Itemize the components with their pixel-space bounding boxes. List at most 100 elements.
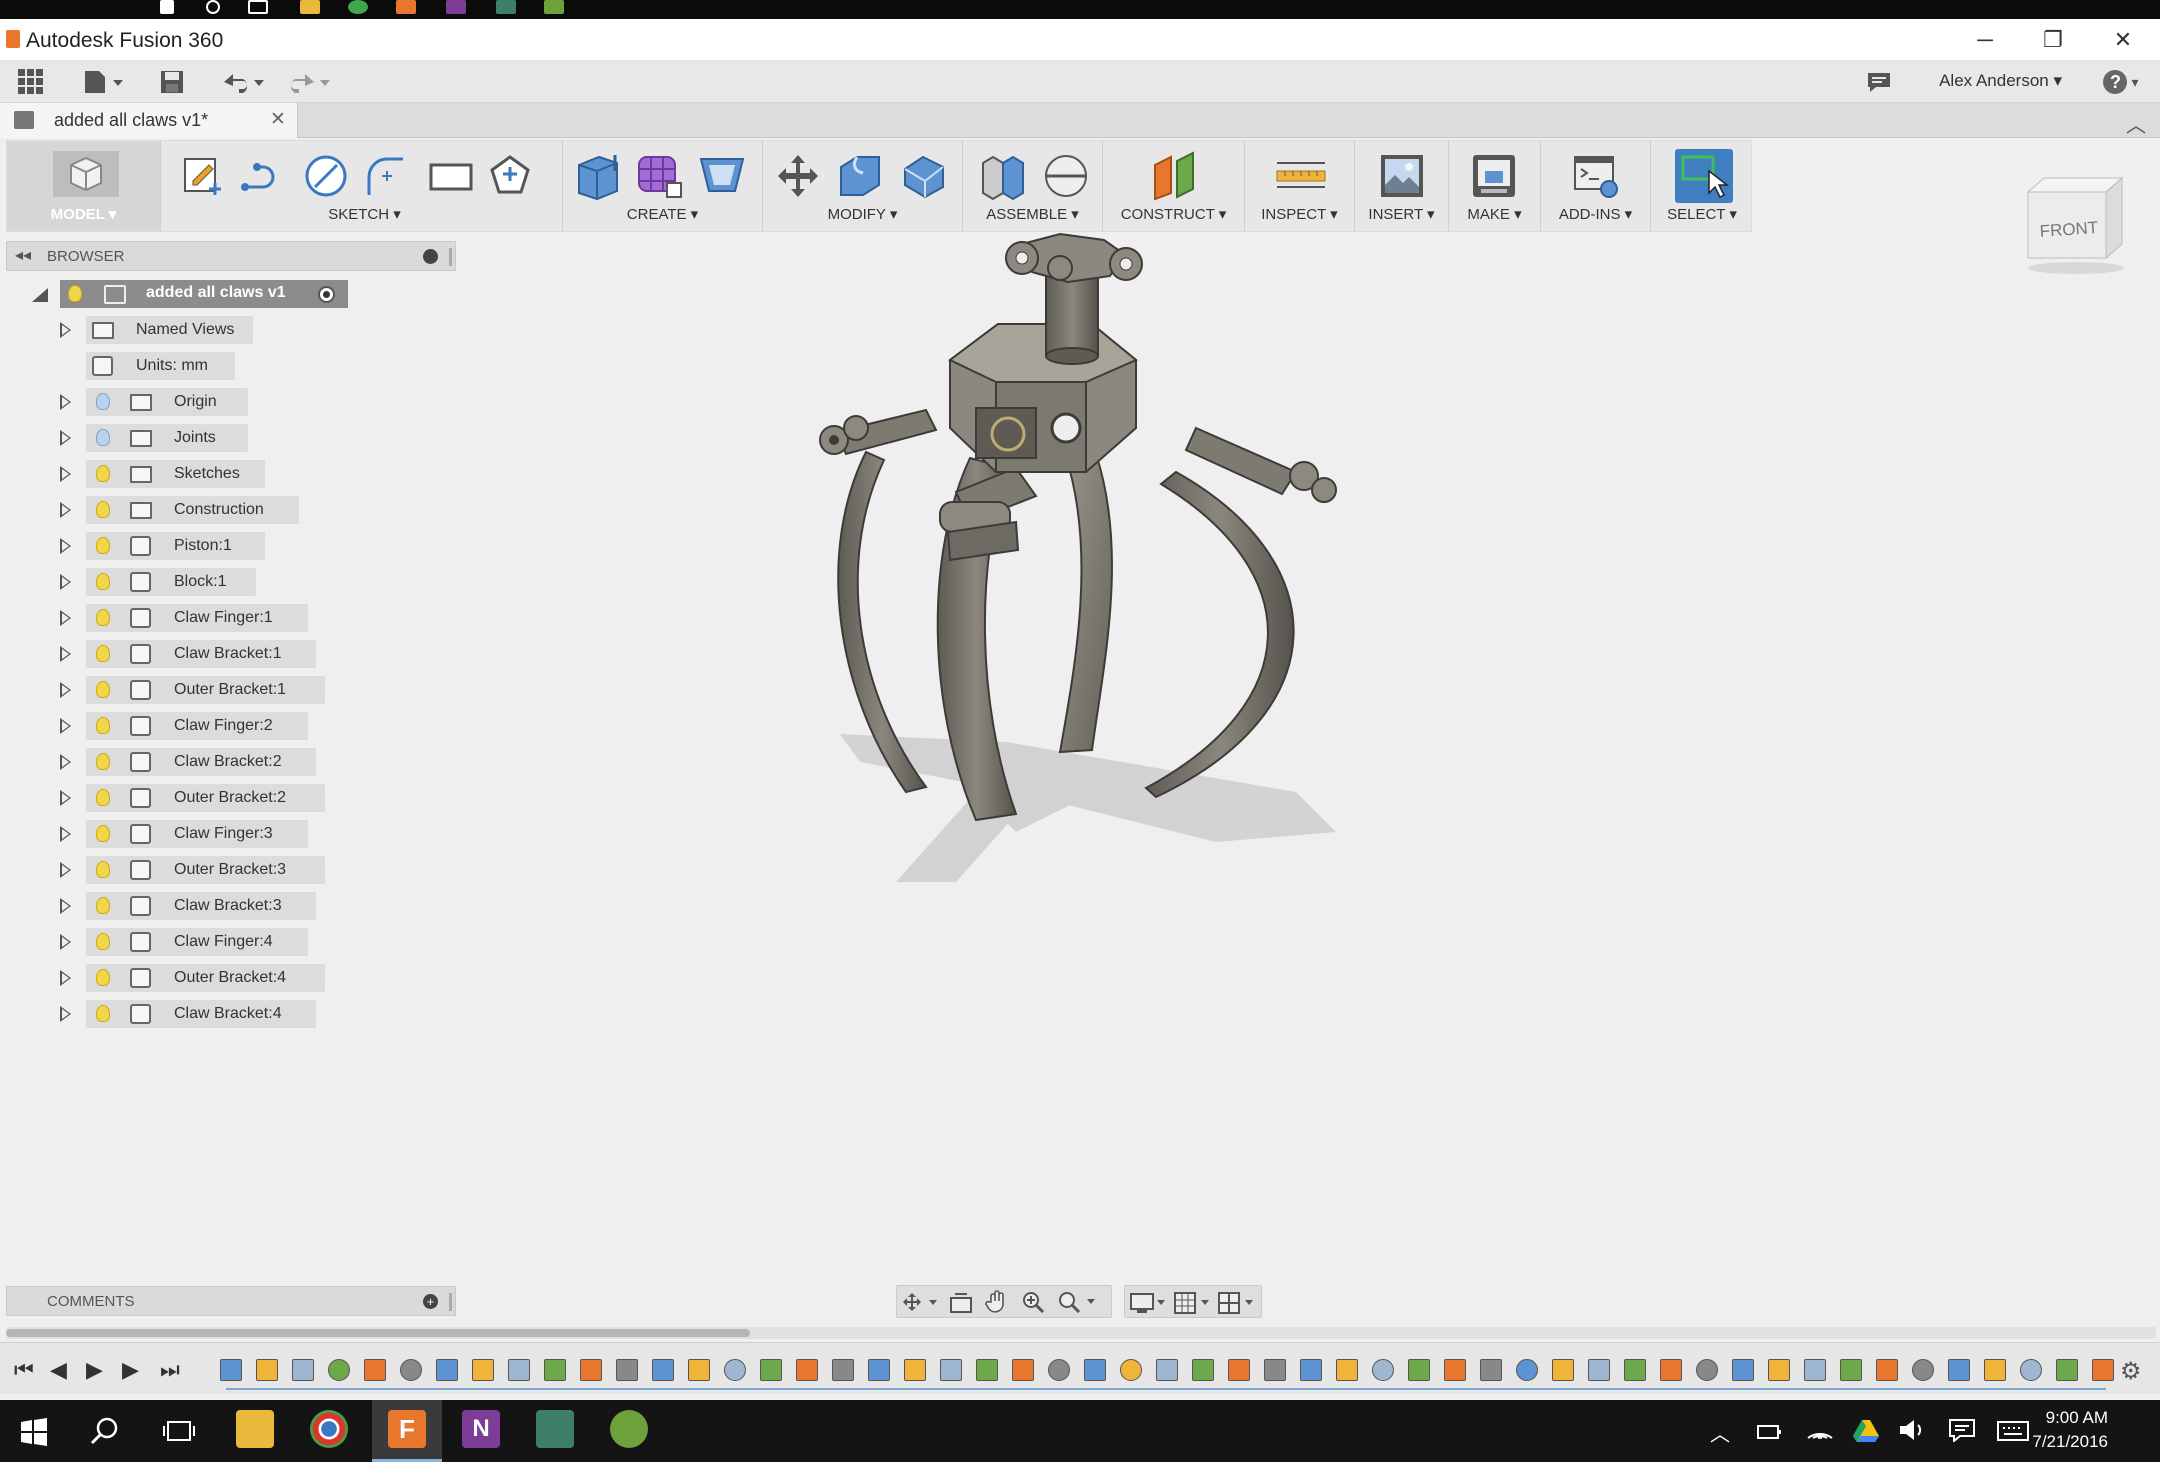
timeline-feature-icon[interactable] <box>1408 1359 1430 1381</box>
expand-chevron-icon[interactable] <box>60 430 71 446</box>
pan-hand-icon[interactable] <box>985 1290 1009 1314</box>
timeline-feature-icon[interactable] <box>508 1359 530 1381</box>
timeline-feature-icon[interactable] <box>328 1359 350 1381</box>
play-icon[interactable]: ▶ <box>122 1357 139 1383</box>
activate-radio-icon[interactable] <box>318 286 335 303</box>
browser-item[interactable]: Outer Bracket:2 <box>0 784 456 812</box>
data-panel-grid-icon[interactable] <box>14 66 48 98</box>
timeline-feature-icon[interactable] <box>760 1359 782 1381</box>
timeline-feature-icon[interactable] <box>1696 1359 1718 1381</box>
timeline-settings-gear-icon[interactable]: ⚙ <box>2120 1357 2142 1386</box>
chrome-icon[interactable] <box>310 1410 348 1448</box>
timeline-feature-icon[interactable] <box>544 1359 566 1381</box>
create-sketch-icon[interactable] <box>179 153 225 199</box>
timeline-feature-icon[interactable] <box>1336 1359 1358 1381</box>
browser-item[interactable]: Piston:1 <box>0 532 456 560</box>
expand-chevron-icon[interactable] <box>60 862 71 878</box>
insert-image-icon[interactable] <box>1377 151 1427 201</box>
google-drive-icon[interactable] <box>1852 1418 1880 1442</box>
onenote-icon[interactable]: N <box>462 1410 500 1448</box>
document-tab[interactable]: added all claws v1* ✕ <box>0 103 298 138</box>
browser-resize-handle[interactable] <box>449 248 452 266</box>
timeline-feature-icon[interactable] <box>832 1359 854 1381</box>
new-component-icon[interactable] <box>977 151 1027 201</box>
task-view-icon[interactable] <box>248 0 268 14</box>
circle-icon[interactable] <box>303 153 349 199</box>
timeline-feature-icon[interactable] <box>1768 1359 1790 1381</box>
android-studio-icon[interactable] <box>610 1410 648 1448</box>
save-icon[interactable] <box>156 66 188 98</box>
assemble-menu-label[interactable]: ASSEMBLE <box>986 206 1067 223</box>
clock-time[interactable]: 9:00 AM <box>2046 1408 2108 1428</box>
user-menu[interactable]: Alex Anderson ▾ <box>1939 71 2062 91</box>
visibility-bulb-icon[interactable] <box>96 897 110 914</box>
visibility-bulb-icon[interactable] <box>96 1005 110 1022</box>
scrollbar-thumb[interactable] <box>6 1329 750 1337</box>
show-hidden-icons-icon[interactable]: ︿ <box>1710 1418 1730 1447</box>
help-icon[interactable]: ? ▾ <box>2098 66 2144 98</box>
timeline-feature-icon[interactable] <box>796 1359 818 1381</box>
timeline-feature-icon[interactable] <box>1840 1359 1862 1381</box>
press-pull-icon[interactable] <box>835 151 885 201</box>
look-at-icon[interactable] <box>949 1292 973 1314</box>
timeline-feature-icon[interactable] <box>1876 1359 1898 1381</box>
offset-plane-icon[interactable] <box>1149 151 1199 201</box>
expand-chevron-icon[interactable] <box>60 538 71 554</box>
move-icon[interactable] <box>775 153 821 199</box>
joint-icon[interactable] <box>1041 151 1091 201</box>
browser-item[interactable]: Claw Bracket:3 <box>0 892 456 920</box>
orbit-icon[interactable] <box>901 1291 941 1313</box>
timeline-feature-icon[interactable] <box>2056 1359 2078 1381</box>
arc-icon[interactable] <box>363 153 409 199</box>
close-window-button[interactable]: ✕ <box>2098 25 2148 55</box>
browser-item[interactable]: Claw Finger:4 <box>0 928 456 956</box>
create-menu-label[interactable]: CREATE <box>627 206 687 223</box>
browser-item[interactable]: Claw Bracket:1 <box>0 640 456 668</box>
timeline-feature-icon[interactable] <box>400 1359 422 1381</box>
timeline-feature-icon[interactable] <box>1660 1359 1682 1381</box>
timeline-feature-icon[interactable] <box>1156 1359 1178 1381</box>
wifi-icon[interactable] <box>1806 1418 1834 1442</box>
inspect-menu-label[interactable]: INSPECT <box>1261 206 1326 223</box>
visibility-bulb-icon[interactable] <box>96 393 110 410</box>
add-ins-menu-label[interactable]: ADD-INS <box>1559 206 1621 223</box>
browser-item[interactable]: Claw Finger:2 <box>0 712 456 740</box>
timeline-feature-icon[interactable] <box>292 1359 314 1381</box>
timeline-feature-icon[interactable] <box>1012 1359 1034 1381</box>
android-icon[interactable] <box>544 0 564 14</box>
chrome-icon[interactable] <box>348 0 368 14</box>
timeline-feature-icon[interactable] <box>1984 1359 2006 1381</box>
browser-item[interactable]: Claw Bracket:2 <box>0 748 456 776</box>
onenote-icon[interactable] <box>446 0 466 14</box>
timeline-feature-icon[interactable] <box>616 1359 638 1381</box>
timeline-feature-icon[interactable] <box>1228 1359 1250 1381</box>
timeline-feature-icon[interactable] <box>1480 1359 1502 1381</box>
timeline-feature-icon[interactable] <box>868 1359 890 1381</box>
shell-icon[interactable] <box>697 151 747 201</box>
clock-date[interactable]: 7/21/2016 <box>2032 1432 2108 1452</box>
timeline-feature-icon[interactable] <box>1732 1359 1754 1381</box>
scripts-addins-icon[interactable] <box>1571 151 1621 201</box>
windows-icon[interactable] <box>160 0 174 14</box>
timeline-feature-icon[interactable] <box>1372 1359 1394 1381</box>
extrude-icon[interactable] <box>573 151 623 201</box>
close-tab-icon[interactable]: ✕ <box>270 108 286 131</box>
timeline-feature-icon[interactable] <box>1516 1359 1538 1381</box>
timeline-feature-icon[interactable] <box>472 1359 494 1381</box>
browser-item[interactable]: Origin <box>0 388 456 416</box>
browser-root-row[interactable]: added all claws v1 <box>0 280 456 308</box>
visibility-bulb-icon[interactable] <box>96 825 110 842</box>
expand-chevron-icon[interactable] <box>60 610 71 626</box>
visibility-bulb-icon[interactable] <box>96 789 110 806</box>
expand-chevron-icon[interactable] <box>60 394 71 410</box>
visibility-bulb-icon[interactable] <box>96 429 110 446</box>
visibility-bulb-icon[interactable] <box>96 465 110 482</box>
horizontal-scrollbar[interactable] <box>6 1327 2156 1339</box>
expand-chevron-icon[interactable] <box>60 466 71 482</box>
fusion-icon[interactable] <box>396 0 416 14</box>
minimize-button[interactable]: ─ <box>1960 25 2010 55</box>
display-settings-icon[interactable] <box>1129 1291 1169 1315</box>
modify-menu-label[interactable]: MODIFY <box>828 206 886 223</box>
undo-icon[interactable] <box>216 66 268 98</box>
browser-item[interactable]: Claw Finger:1 <box>0 604 456 632</box>
